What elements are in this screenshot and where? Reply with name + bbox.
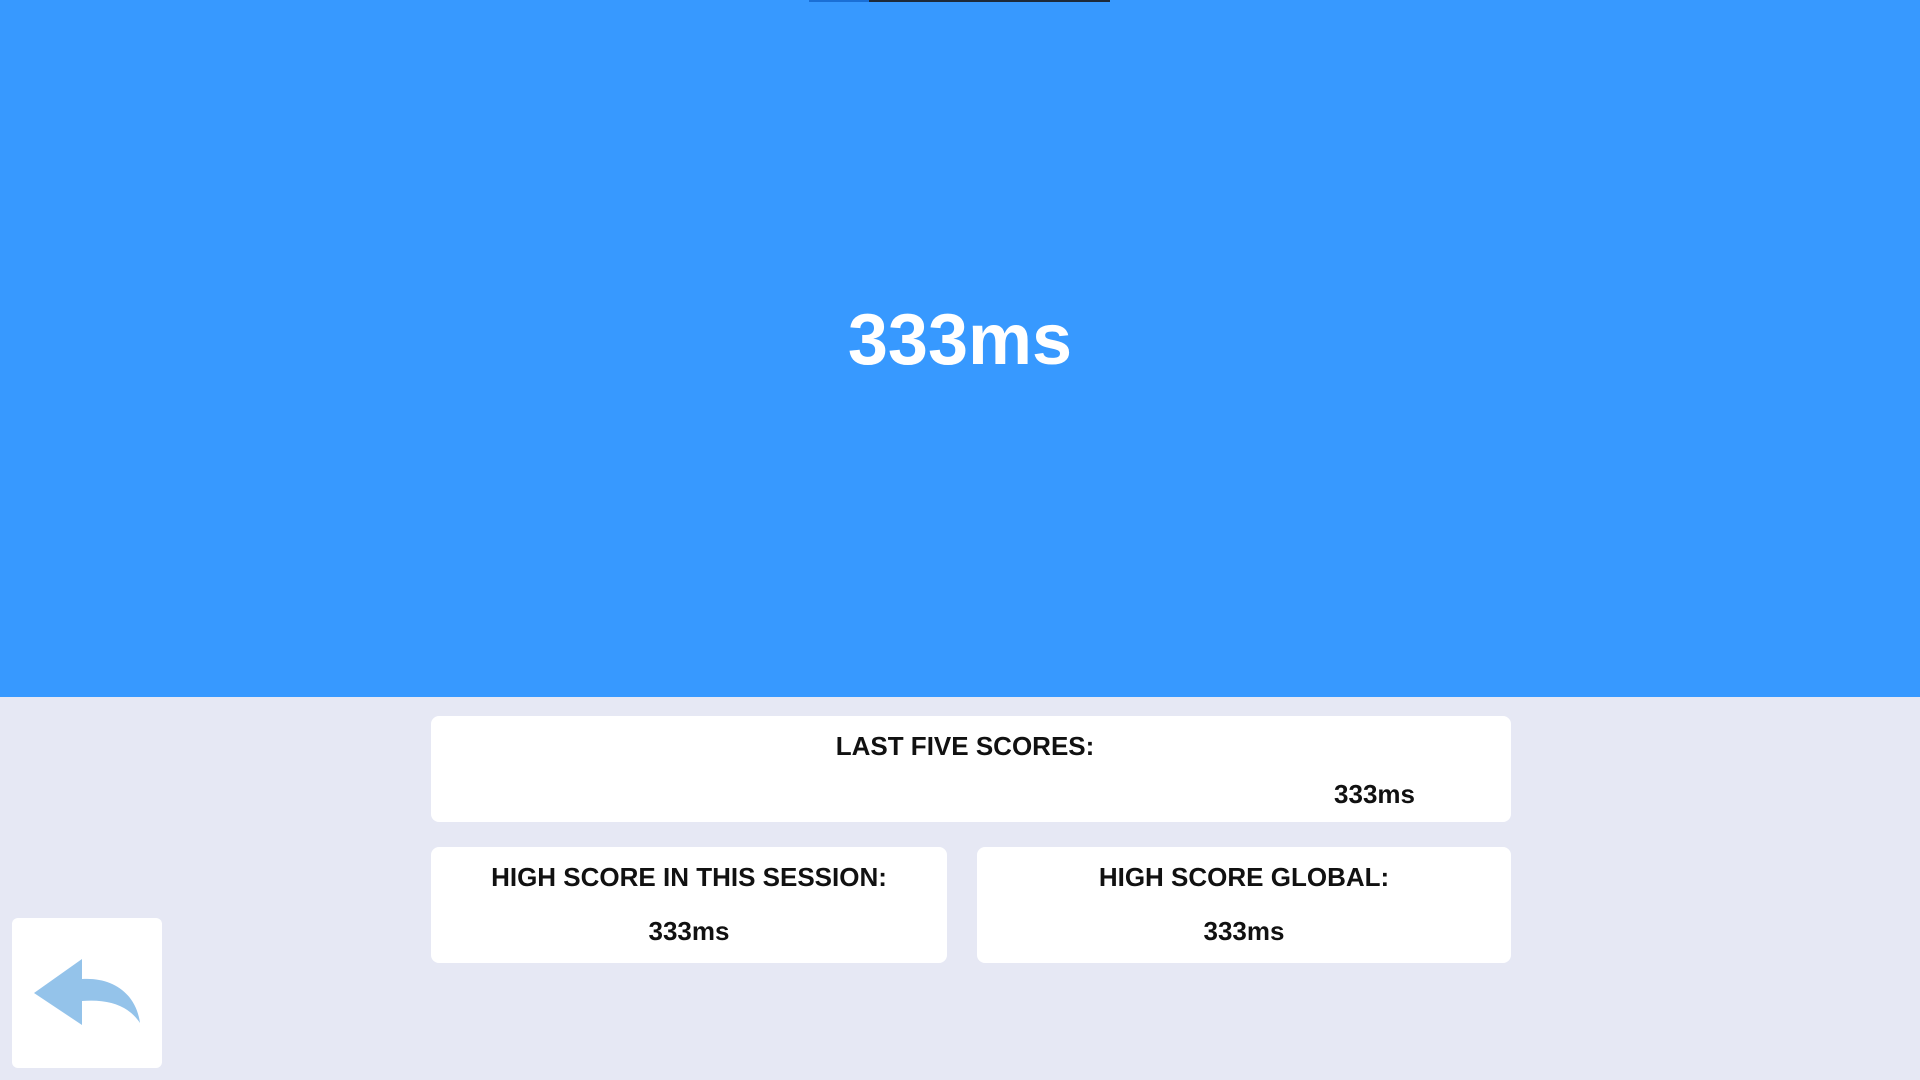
progress-bar — [809, 0, 1110, 2]
score-display-panel[interactable]: 333ms — [0, 0, 1920, 697]
global-high-score-title: HIGH SCORE GLOBAL: — [1098, 862, 1390, 892]
last-five-score-item: 333ms — [1334, 779, 1415, 809]
last-five-scores-list: 333ms — [1334, 778, 1415, 810]
session-high-score-value: 333ms — [648, 916, 730, 946]
global-high-score-card: HIGH SCORE GLOBAL: 333ms — [977, 847, 1511, 963]
progress-bar-fill — [809, 0, 870, 2]
back-arrow-icon — [34, 959, 140, 1025]
last-five-scores-title: LAST FIVE SCORES: — [835, 731, 1095, 761]
back-button[interactable] — [12, 918, 162, 1068]
global-high-score-value: 333ms — [1203, 916, 1285, 946]
session-high-score-card: HIGH SCORE IN THIS SESSION: 333ms — [431, 847, 947, 963]
session-high-score-title: HIGH SCORE IN THIS SESSION: — [491, 862, 887, 892]
last-five-scores-card: LAST FIVE SCORES: 333ms — [431, 716, 1511, 822]
current-score: 333ms — [847, 300, 1073, 380]
